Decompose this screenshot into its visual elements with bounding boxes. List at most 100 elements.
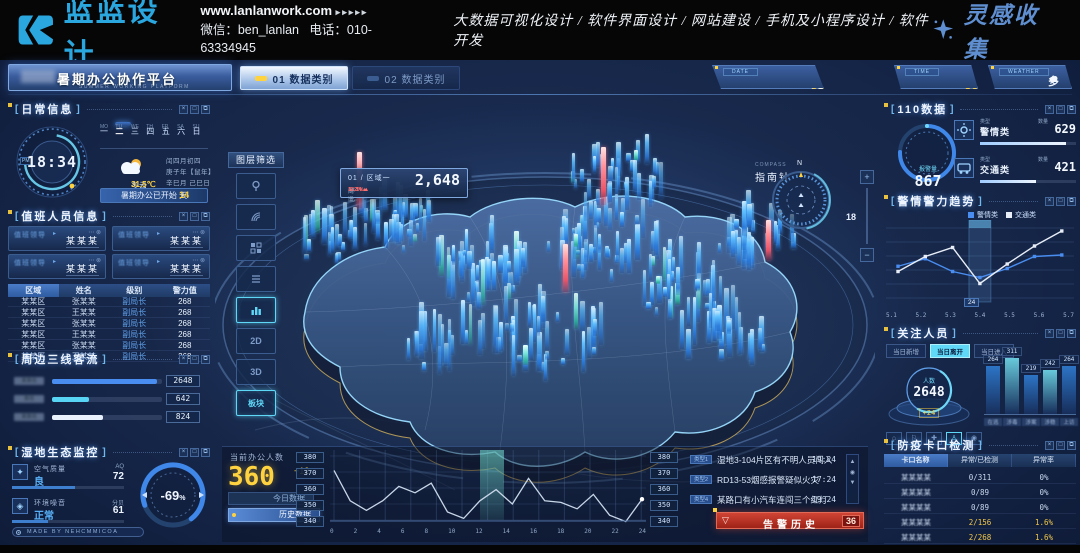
list-icon: [250, 273, 262, 285]
layer-btn-list[interactable]: [236, 266, 276, 292]
weather-label: WEATHER: [999, 68, 1049, 76]
x-axis-label: 4: [377, 528, 381, 535]
zoom-out-button[interactable]: −: [860, 248, 874, 262]
leaf-icon: ✦: [12, 464, 28, 480]
x-axis-label: 10: [448, 528, 455, 535]
table-row[interactable]: 某某某某0/890%: [884, 502, 1076, 514]
focus-gauge: 人数 2648 +24: [886, 360, 972, 428]
y-axis-label: 350: [650, 500, 678, 511]
tooltip-region: 01 / 区域一: [348, 173, 391, 183]
table-row[interactable]: 某某某某2/1561.6%: [884, 517, 1076, 529]
panel-title: 关注人员: [897, 325, 949, 341]
layer-btn-grid[interactable]: [236, 235, 276, 261]
x-axis-label: 2: [354, 528, 358, 535]
duty-card[interactable]: 值班领导▸⋯ ⊗某某某: [112, 226, 210, 251]
layer-filter-title: 图层筛选: [228, 152, 284, 168]
focus-tab[interactable]: 当日新增: [886, 344, 926, 358]
brand-wechat: 微信：ben_lanlan: [200, 23, 299, 37]
time-label: TIME: [905, 68, 939, 76]
duty-card[interactable]: 值班领导▸⋯ ⊗某某某: [8, 226, 106, 251]
brand-website: www.lanlanwork.com: [200, 3, 332, 18]
trend-highlight-label: 24: [964, 298, 979, 307]
focus-bar-category: 涉毒: [1003, 418, 1021, 426]
weather-cloud-icon: [116, 156, 146, 178]
inspiration-collect: 灵感收集: [931, 0, 1058, 64]
office-count-value: 360: [228, 462, 275, 492]
table-row[interactable]: 某某某某0/3110%: [884, 472, 1076, 484]
y-axis-label: 340: [650, 516, 678, 527]
window-controls[interactable]: ×□⧉: [1045, 197, 1076, 206]
x-axis-label: 22: [612, 528, 619, 535]
y-axis-label: 370: [296, 468, 324, 479]
layer-btn-signal[interactable]: [236, 204, 276, 230]
trend-xlabels: 5.15.25.35.45.55.65.7: [886, 312, 1074, 319]
compass-north: N: [797, 160, 802, 167]
gear-icon: ✶: [16, 530, 21, 535]
x-axis-label: 24: [639, 528, 646, 535]
grid-icon: [250, 242, 262, 254]
window-controls[interactable]: ×□⧉: [179, 212, 210, 221]
alarm-history-count: 36: [842, 515, 860, 527]
trend-legend: 警情类 交通类: [968, 210, 1036, 220]
panel-title: 防疫卡口检测: [897, 437, 975, 453]
panel-title: 值班人员信息: [21, 208, 99, 224]
table-row[interactable]: 某某区王某某副局长268: [8, 308, 210, 318]
table-row[interactable]: 某某区王某某副局长268: [8, 330, 210, 340]
tooltip-value: 2,648: [415, 171, 460, 189]
layer-filter-panel: 图层筛选 2D 3D 板块: [228, 152, 284, 416]
brand-contact: www.lanlanwork.com ▸▸▸▸▸ 微信：ben_lanlan 电…: [200, 2, 415, 57]
y-axis-label: 350: [296, 500, 324, 511]
layer-btn-block[interactable]: 板块: [236, 390, 276, 416]
panel-flow-header: [ 周边三线客流 ] ×□⧉: [8, 352, 210, 366]
dashboard-subtitle: SUMMER WORKING PLATFORM: [79, 84, 190, 90]
focus-bar-category: 涉案: [1022, 418, 1040, 426]
notice-days: 14: [179, 189, 189, 202]
table-row[interactable]: 某某区张某某副局长268: [8, 297, 210, 307]
window-controls[interactable]: ×□⧉: [1045, 105, 1076, 114]
office-line-chart: [330, 450, 646, 526]
speaker-icon: ◈: [12, 498, 28, 514]
duty-card[interactable]: 值班领导▸⋯ ⊗某某某: [8, 254, 106, 279]
panel-title: 日常信息: [21, 101, 73, 117]
alarm-history-banner[interactable]: ▽ 告警历史 36: [716, 512, 864, 529]
focus-gauge-value: 2648: [894, 385, 964, 400]
clock-time: 18:34: [14, 153, 90, 171]
tab-data-category-2[interactable]: 02 数据类别: [352, 66, 460, 90]
table-row[interactable]: 某某某某2/2681.6%: [884, 532, 1076, 544]
corner-dot: [715, 66, 718, 69]
focus-bar-value: 242: [1040, 359, 1060, 368]
layer-btn-barchart[interactable]: [236, 297, 276, 323]
map-zoom-control: + 18 −: [860, 170, 874, 270]
panel-title: 湿地生态监控: [21, 444, 99, 460]
arrows-decoration: ▸▸▸▸▸: [336, 7, 369, 17]
panel-daily-header: [ 日常信息 ] ×□⧉: [8, 102, 210, 116]
y-axis-label: 380: [296, 452, 324, 463]
table-row[interactable]: 某某区张某某副局长268: [8, 341, 210, 351]
week-strip[interactable]: MO一 TU二 WE三 TH四 FR五 SA六 SU日: [100, 122, 208, 126]
window-controls[interactable]: ×□⧉: [179, 105, 210, 114]
window-controls[interactable]: ×□⧉: [1045, 329, 1076, 338]
alarm-count: 421: [1054, 160, 1076, 174]
focus-tab-active[interactable]: 当日离开: [930, 344, 970, 358]
window-controls[interactable]: ×□⧉: [179, 355, 210, 364]
tab-data-category-1[interactable]: 01 数据类别: [240, 66, 348, 90]
time-chip: TIME 18:34:29: [894, 65, 978, 89]
layer-btn-3d[interactable]: 3D: [236, 359, 276, 385]
x-axis-label: 0: [330, 528, 334, 535]
layer-btn-marker[interactable]: [236, 173, 276, 199]
alert-time: 19:24: [812, 495, 836, 504]
focus-bar-chart: 264在逃311涉毒219涉案242涉稳264上访: [984, 350, 1076, 428]
zoom-track[interactable]: [866, 188, 868, 244]
alert-scrollbar[interactable]: ▲◉▼: [846, 454, 859, 504]
siren-icon: [954, 120, 974, 140]
window-controls[interactable]: ×□⧉: [1045, 441, 1076, 450]
bottom-black-strip: [0, 545, 1080, 553]
layer-btn-2d[interactable]: 2D: [236, 328, 276, 354]
duty-card[interactable]: 值班领导▸⋯ ⊗某某某: [112, 254, 210, 279]
zoom-in-button[interactable]: +: [860, 170, 874, 184]
table-row[interactable]: 某某某某0/890%: [884, 487, 1076, 499]
table-row[interactable]: 某某区张某某副局长268: [8, 319, 210, 329]
corner-dot: [991, 66, 994, 69]
x-axis-label: 12: [475, 528, 482, 535]
window-controls[interactable]: ×□⧉: [179, 448, 210, 457]
